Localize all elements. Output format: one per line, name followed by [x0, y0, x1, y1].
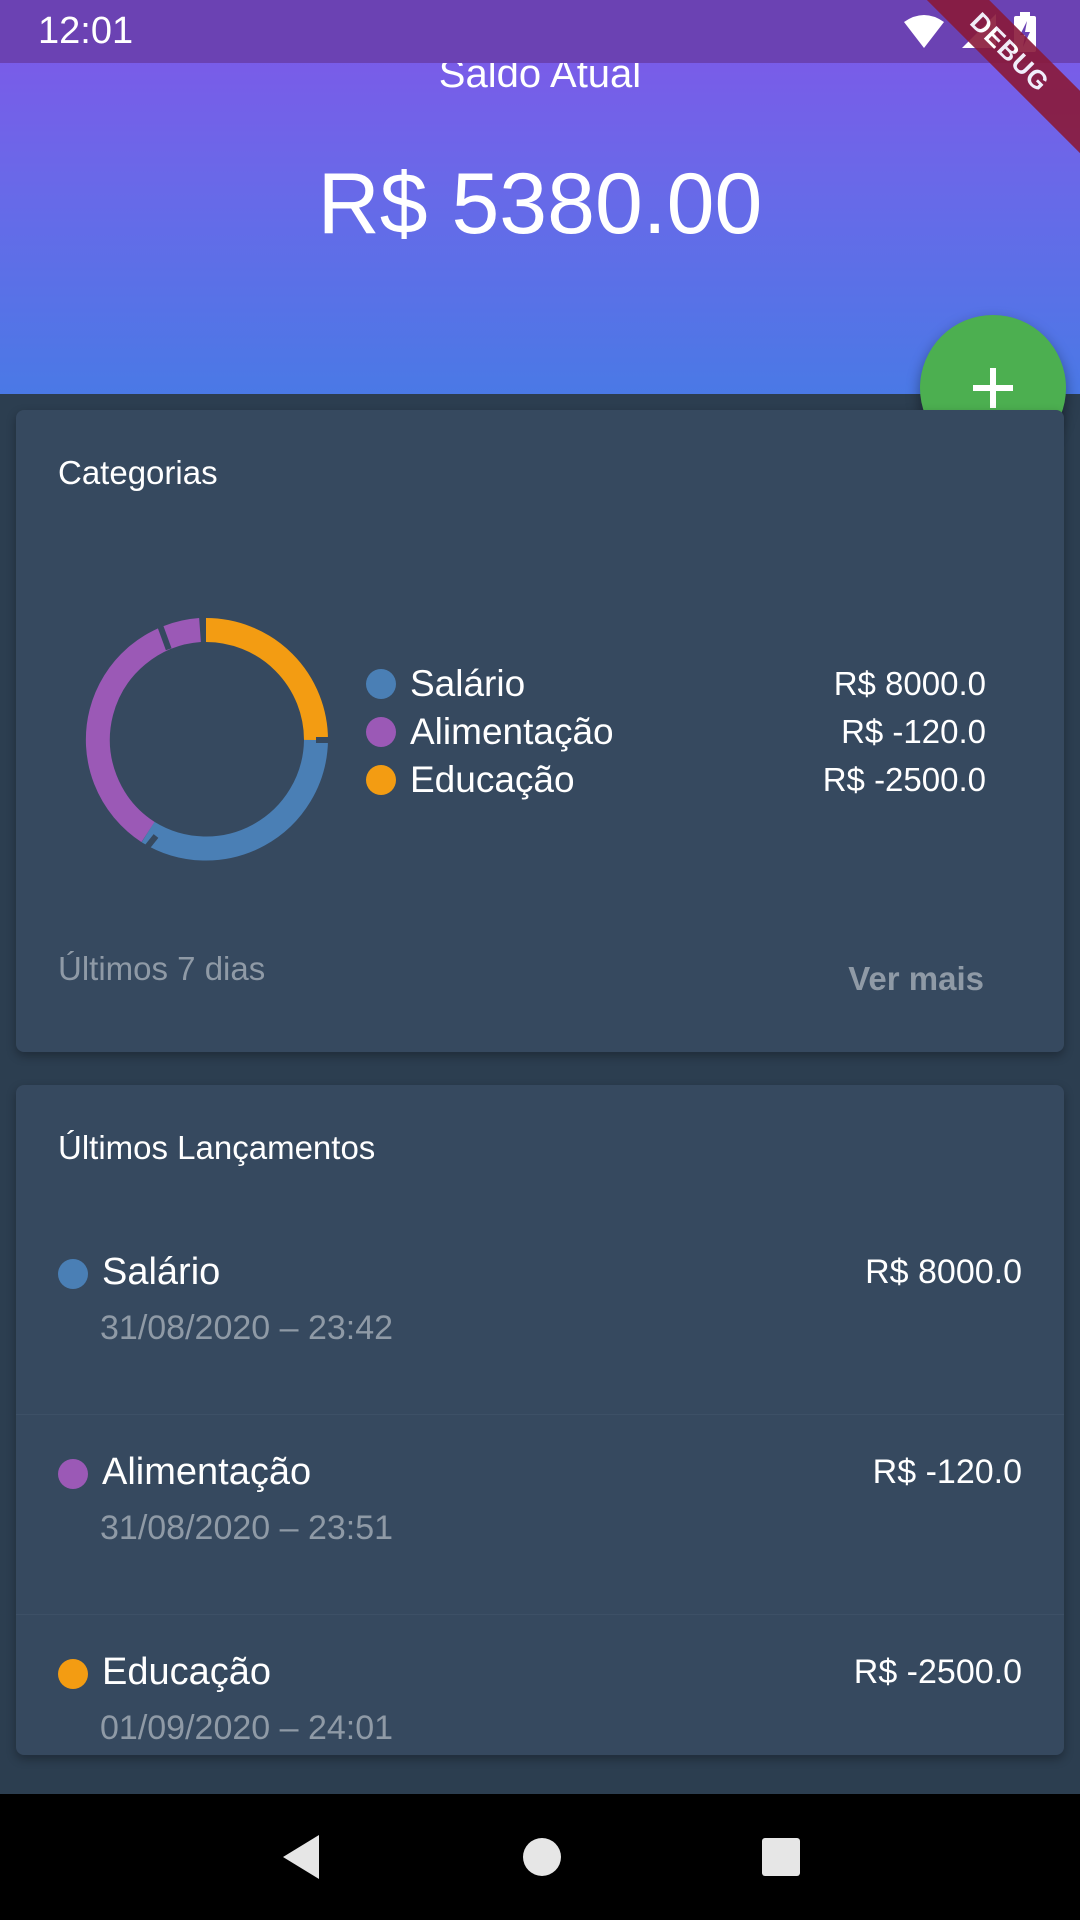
legend-value: R$ 8000.0: [833, 665, 986, 702]
categories-title: Categorias: [58, 454, 218, 491]
legend-item: Salário R$ 8000.0: [366, 660, 986, 708]
period-label: Últimos 7 dias: [58, 950, 266, 987]
categories-donut-chart: [85, 618, 336, 861]
wifi-icon: [904, 15, 944, 48]
legend-dot: [366, 717, 396, 747]
transaction-name: Educação: [102, 1651, 272, 1693]
status-time: 12:01: [38, 10, 134, 52]
categories-card: Categorias Salário R$ 8000.0 Alimentação…: [16, 410, 1064, 1052]
legend-item: Alimentação R$ -120.0: [366, 708, 986, 756]
transaction-name: Alimentação: [102, 1451, 312, 1493]
transaction-date: 31/08/2020 – 23:51: [100, 1509, 394, 1547]
recent-transactions-title: Últimos Lançamentos: [58, 1129, 376, 1166]
legend-dot: [366, 669, 396, 699]
legend-name: Alimentação: [410, 711, 614, 752]
legend-value: R$ -120.0: [841, 713, 986, 750]
transaction-name: Salário: [102, 1251, 221, 1293]
ver-mais-button[interactable]: Ver mais: [848, 960, 984, 998]
legend-name: Educação: [410, 759, 575, 800]
transaction-row[interactable]: Salário 31/08/2020 – 23:42 R$ 8000.0: [16, 1215, 1064, 1415]
transaction-value: R$ -120.0: [872, 1453, 1022, 1491]
categories-legend: Salário R$ 8000.0 Alimentação R$ -120.0 …: [366, 660, 986, 804]
transaction-value: R$ -2500.0: [853, 1653, 1022, 1691]
transaction-date: 01/09/2020 – 24:01: [100, 1709, 394, 1747]
android-nav-bar: [0, 1794, 1080, 1920]
recent-transactions-card: Últimos Lançamentos Salário 31/08/2020 –…: [16, 1085, 1064, 1755]
category-dot: [58, 1259, 88, 1289]
donut-segment-educacao: [205, 618, 328, 741]
category-dot: [58, 1459, 88, 1489]
home-icon[interactable]: [522, 1837, 562, 1877]
status-bar: 12:01: [0, 0, 1080, 63]
recents-icon[interactable]: [761, 1837, 801, 1877]
legend-item: Educação R$ -2500.0: [366, 756, 986, 804]
legend-dot: [366, 765, 396, 795]
category-dot: [58, 1659, 88, 1689]
transaction-value: R$ 8000.0: [865, 1253, 1022, 1291]
legend-value: R$ -2500.0: [822, 761, 986, 798]
transaction-row[interactable]: Alimentação 31/08/2020 – 23:51 R$ -120.0: [16, 1415, 1064, 1615]
balance-value: R$ 5380.00: [317, 156, 763, 252]
donut-segment-alimentacao: [85, 618, 202, 843]
donut-segment-salario: [141, 739, 328, 861]
plus-icon: [973, 368, 1013, 408]
legend-name: Salário: [410, 663, 526, 704]
back-icon[interactable]: [279, 1833, 323, 1881]
transaction-date: 31/08/2020 – 23:42: [100, 1309, 394, 1347]
transaction-row[interactable]: Educação 01/09/2020 – 24:01 R$ -2500.0: [16, 1615, 1064, 1755]
